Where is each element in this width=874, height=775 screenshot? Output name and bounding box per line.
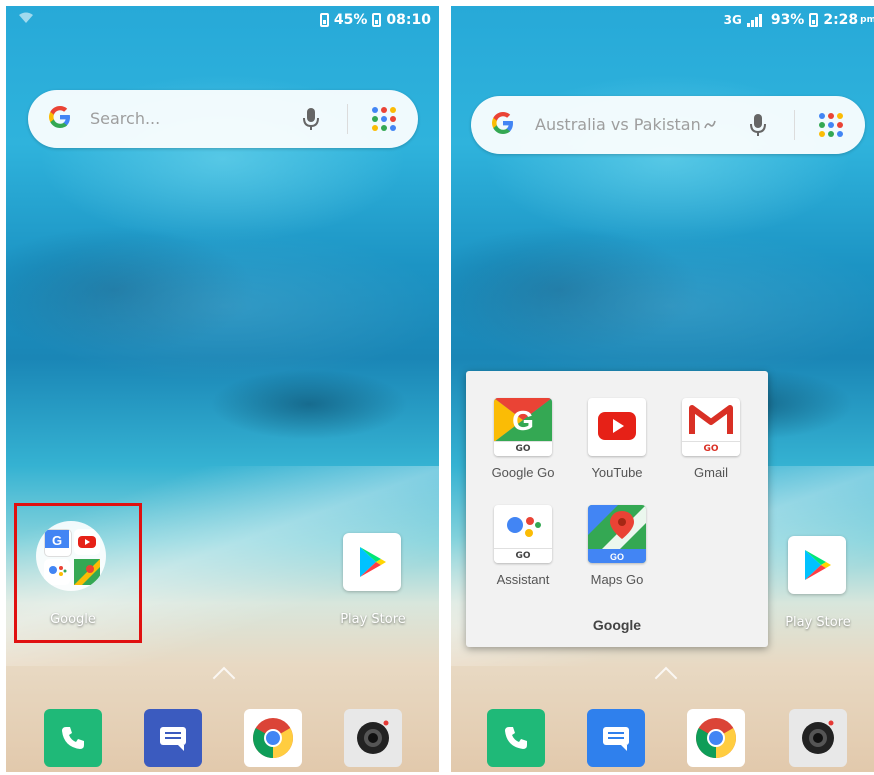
app-label: YouTube — [591, 465, 643, 480]
battery-icon — [809, 13, 819, 27]
clock-ampm: pm — [860, 15, 874, 25]
app-google-go[interactable]: G GO Google Go — [483, 398, 563, 480]
camera-icon[interactable] — [344, 709, 402, 767]
search-divider — [347, 104, 348, 134]
chrome-icon[interactable] — [244, 709, 302, 767]
clock: 08:10 — [386, 12, 431, 28]
mic-icon[interactable] — [746, 112, 770, 138]
play-store-icon[interactable] — [343, 533, 401, 591]
google-folder-panel: G GO Google Go YouTube GO Gmail GO Assis… — [466, 371, 768, 647]
go-badge: GO — [610, 552, 624, 562]
app-label: Assistant — [496, 572, 550, 587]
youtube-icon — [588, 398, 646, 456]
battery-icon — [372, 13, 382, 27]
maps-go-icon: GO — [588, 505, 646, 563]
highlight-box — [14, 503, 142, 643]
battery-percent: 45% — [333, 12, 368, 28]
app-gmail[interactable]: GO Gmail — [671, 398, 751, 480]
app-drawer-chevron-icon[interactable] — [654, 666, 678, 690]
status-bar: 3G 93% 2:28 pm — [451, 6, 874, 36]
app-maps-go[interactable]: GO Maps Go — [577, 505, 657, 587]
search-input[interactable]: Australia vs Pakistan — [535, 115, 701, 134]
go-badge: GO — [494, 441, 552, 456]
trending-icon — [703, 117, 717, 136]
play-store-label: Play Store — [340, 612, 406, 627]
messages-icon[interactable] — [144, 709, 202, 767]
app-assistant[interactable]: GO Assistant — [483, 505, 563, 587]
app-label: Google Go — [491, 465, 555, 480]
google-g-icon — [489, 109, 517, 143]
wallpaper-wave — [451, 216, 874, 396]
gmail-icon: GO — [682, 398, 740, 456]
network-type: 3G — [723, 13, 742, 27]
app-youtube[interactable]: YouTube — [577, 398, 657, 480]
mic-icon[interactable] — [299, 106, 323, 132]
wifi-icon — [18, 12, 34, 28]
app-label: Maps Go — [590, 572, 644, 587]
home-screen-left: 45% 08:10 Search... G Google Play Store — [6, 6, 439, 772]
battery-charging-icon — [319, 13, 329, 27]
svg-text:G: G — [512, 405, 534, 436]
google-g-icon — [46, 103, 74, 137]
home-screen-right: 3G 93% 2:28 pm Australia vs Pakistan G G… — [451, 6, 874, 772]
status-bar: 45% 08:10 — [6, 6, 439, 36]
assistant-icon: GO — [494, 505, 552, 563]
messages-icon[interactable] — [587, 709, 645, 767]
play-store-icon[interactable] — [788, 536, 846, 594]
folder-title[interactable]: Google — [466, 617, 768, 633]
phone-icon[interactable] — [44, 709, 102, 767]
app-label: Gmail — [694, 465, 728, 480]
go-badge: GO — [682, 441, 740, 456]
google-go-icon: G GO — [494, 398, 552, 456]
google-search-bar[interactable]: Australia vs Pakistan — [471, 96, 865, 154]
go-badge: GO — [494, 548, 552, 563]
phone-icon[interactable] — [487, 709, 545, 767]
battery-percent: 93% — [770, 12, 805, 28]
camera-icon[interactable] — [789, 709, 847, 767]
signal-icon — [746, 13, 762, 27]
clock: 2:28 — [823, 12, 859, 28]
search-input[interactable]: Search... — [90, 109, 160, 128]
google-search-bar[interactable]: Search... — [28, 90, 418, 148]
app-drawer-chevron-icon[interactable] — [212, 666, 236, 690]
chrome-icon[interactable] — [687, 709, 745, 767]
wallpaper-wave — [6, 216, 439, 396]
play-store-label: Play Store — [785, 615, 851, 630]
apps-grid-icon[interactable] — [819, 113, 843, 137]
search-divider — [794, 110, 795, 140]
apps-grid-icon[interactable] — [372, 107, 396, 131]
